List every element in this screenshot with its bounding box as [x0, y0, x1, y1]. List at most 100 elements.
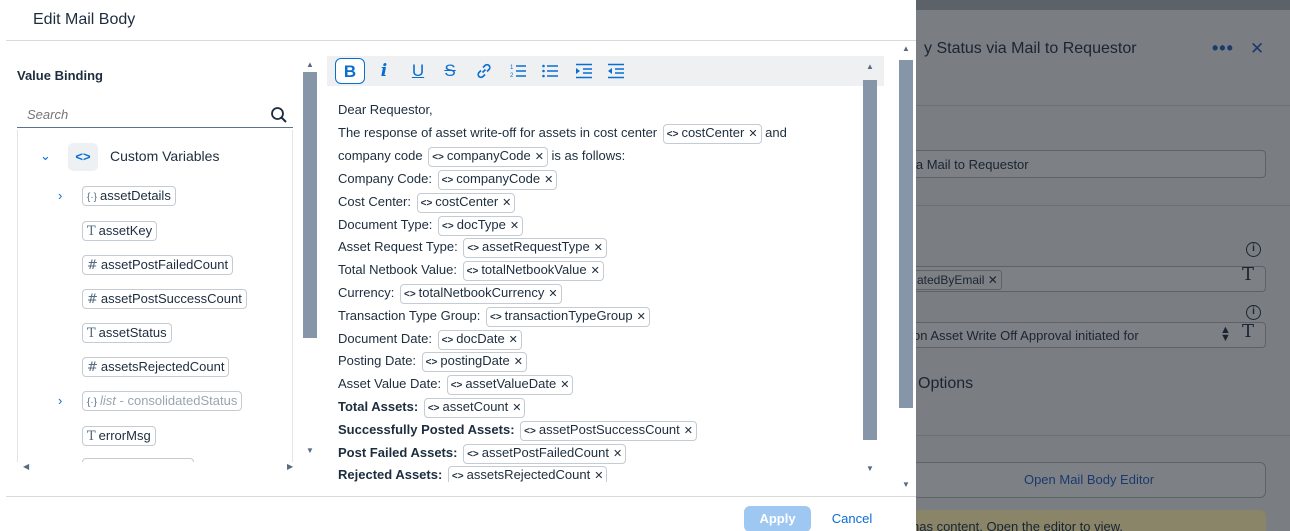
variable-token[interactable]: <> costCenter ✕ [416, 192, 516, 213]
close-icon[interactable]: ✕ [1250, 39, 1264, 59]
ordered-list-icon[interactable]: 12 [505, 58, 531, 84]
chevron-down-icon[interactable]: ⌄ [40, 148, 51, 164]
remove-token-icon[interactable]: ✕ [594, 470, 603, 482]
open-mail-body-editor-button[interactable]: Open Mail Body Editor [916, 462, 1266, 498]
remove-token-icon[interactable]: ✕ [748, 128, 757, 140]
variable-token[interactable]: <> transactionTypeGroup ✕ [485, 306, 650, 327]
variable-pill[interactable]: # assetPostSuccessCount [82, 289, 247, 309]
variable-token[interactable]: <> costCenter ✕ [662, 124, 762, 144]
tree-item[interactable]: # assetsRejectedCount [18, 357, 292, 391]
scroll-up-icon[interactable]: ▲ [306, 60, 314, 69]
vertical-scrollbar[interactable]: ▲ ▼ [303, 60, 317, 460]
tree-item[interactable]: TassetKey [18, 221, 292, 255]
variable-token[interactable]: <> assetPostSuccessCount ✕ [520, 420, 697, 441]
variable-token[interactable]: <> docDate ✕ [437, 329, 522, 350]
variable-pill[interactable]: TerrorMsg [82, 426, 156, 446]
variable-token[interactable]: <> assetRequestType ✕ [463, 238, 607, 259]
background-panel: y Status via Mail to Requestor ••• ✕ ia … [916, 0, 1290, 531]
scroll-down-icon[interactable]: ▼ [306, 446, 314, 455]
scroll-right-icon[interactable]: ▶ [287, 462, 293, 471]
variable-pill[interactable]: # assetsRejectedCount [82, 357, 230, 377]
recipient-field[interactable]: atedByEmail ✕ [916, 266, 1266, 292]
apply-button[interactable]: Apply [744, 506, 811, 531]
search-input[interactable] [17, 102, 265, 127]
text-type-icon[interactable]: T [1242, 321, 1254, 342]
indent-icon[interactable] [571, 58, 597, 84]
tree-item[interactable]: TerrorMsg [18, 426, 292, 460]
editor-line: Post Failed Assets: <> assetPostFailedCou… [338, 443, 627, 464]
scrollbar-thumb[interactable] [863, 80, 877, 440]
variable-pill[interactable]: {·} list - consolidatedStatus [82, 391, 243, 411]
remove-token-icon[interactable]: ✕ [548, 288, 557, 300]
variable-token[interactable]: <> totalNetbookCurrency ✕ [399, 284, 562, 304]
variable-pill[interactable]: {·} assetDetails [82, 186, 176, 206]
editor-line: Rejected Assets: <> assetsRejectedCount ✕ [338, 466, 608, 482]
remove-token-icon[interactable]: ✕ [502, 197, 511, 209]
scrollbar-thumb[interactable] [303, 72, 317, 338]
link-icon[interactable] [471, 58, 497, 84]
subject-field[interactable]: ia Mail to Requestor [916, 150, 1266, 178]
editor-line: Total Assets: <> assetCount ✕ [338, 398, 526, 418]
remove-token-icon[interactable]: ✕ [535, 151, 544, 163]
remove-token-icon[interactable]: ✕ [591, 265, 600, 277]
info-icon[interactable]: i [1246, 305, 1261, 320]
more-options-icon[interactable]: ••• [1212, 38, 1234, 59]
variable-pill[interactable]: # assetPostFailedCount [82, 255, 234, 275]
variable-token[interactable]: <> companyCode ✕ [428, 147, 548, 167]
search-icon[interactable] [270, 106, 288, 124]
variable-token[interactable]: <> docType ✕ [438, 215, 524, 236]
remove-token-icon[interactable]: ✕ [594, 242, 603, 254]
recipient-token[interactable]: atedByEmail ✕ [916, 270, 1002, 290]
remove-token-icon[interactable]: ✕ [512, 402, 521, 414]
scroll-up-icon[interactable]: ▲ [866, 62, 874, 71]
remove-token-icon[interactable]: ✕ [560, 379, 569, 391]
tree-item[interactable]: # assetPostFailedCount [18, 255, 292, 289]
dialog-vertical-scrollbar[interactable]: ▲ ▼ [899, 40, 913, 492]
text-type-icon[interactable]: T [1242, 264, 1254, 285]
tree-item[interactable]: › {·} list - consolidatedStatus [18, 391, 292, 425]
remove-token-icon[interactable]: ✕ [510, 220, 519, 232]
variable-token[interactable]: <> assetValueDate ✕ [446, 375, 574, 396]
variable-token[interactable]: <> assetCount ✕ [423, 398, 526, 418]
mail-body-editor[interactable]: Dear Requestor, The response of asset wr… [327, 86, 863, 482]
bold-button[interactable]: B [335, 58, 365, 84]
bullet-list-icon[interactable] [537, 58, 563, 84]
remove-token-icon[interactable]: ✕ [509, 334, 518, 346]
editor-line: company code <> companyCode ✕ is as follow… [338, 147, 625, 167]
remove-token-icon[interactable]: ✕ [514, 356, 523, 368]
tree-item[interactable]: › {·} assetDetails [18, 186, 292, 220]
tree-root-custom-variables[interactable]: ⌄ <> Custom Variables [18, 130, 292, 174]
underline-button[interactable]: U [405, 58, 431, 84]
cancel-button[interactable]: Cancel [820, 506, 884, 531]
scroll-down-icon[interactable]: ▼ [902, 480, 910, 489]
chevron-right-icon[interactable]: › [58, 393, 62, 408]
info-icon[interactable]: i [1246, 242, 1261, 257]
variable-token[interactable]: <> companyCode ✕ [437, 170, 558, 190]
scroll-up-icon[interactable]: ▲ [902, 44, 910, 53]
scroll-left-icon[interactable]: ◀ [23, 462, 29, 471]
horizontal-scrollbar[interactable]: ◀ ▶ [17, 462, 293, 472]
variable-token[interactable]: <> totalNetbookValue ✕ [462, 261, 604, 282]
editor-vertical-scrollbar[interactable]: ▲ ▼ [863, 60, 877, 482]
divider [916, 105, 1290, 106]
remove-token-icon[interactable]: ✕ [684, 425, 693, 437]
outdent-icon[interactable] [603, 58, 629, 84]
variable-pill[interactable]: TassetKey [82, 221, 158, 241]
background-panel-title: y Status via Mail to Requestor [924, 40, 1137, 57]
scrollbar-thumb[interactable] [899, 60, 913, 408]
italic-button[interactable]: i [371, 58, 397, 84]
chevron-right-icon[interactable]: › [58, 188, 62, 203]
tree-item[interactable]: # assetPostSuccessCount [18, 289, 292, 323]
remove-token-icon[interactable]: ✕ [637, 311, 646, 323]
variable-token[interactable]: <> assetPostFailedCount ✕ [463, 443, 627, 464]
variable-token[interactable]: <> postingDate ✕ [421, 352, 527, 373]
scroll-down-icon[interactable]: ▼ [866, 464, 874, 473]
stepper-icon[interactable]: ▲ ▼ [1220, 325, 1231, 344]
variable-pill[interactable]: TassetStatus [82, 323, 172, 343]
strikethrough-button[interactable]: S [437, 58, 463, 84]
variable-token[interactable]: <> assetsRejectedCount ✕ [447, 466, 608, 482]
remove-token-icon[interactable]: ✕ [544, 174, 553, 186]
remove-token-icon[interactable]: ✕ [613, 448, 622, 460]
text-field[interactable]: on Asset Write Off Approval initiated fo… [916, 322, 1266, 348]
tree-item[interactable]: TassetStatus [18, 323, 292, 357]
